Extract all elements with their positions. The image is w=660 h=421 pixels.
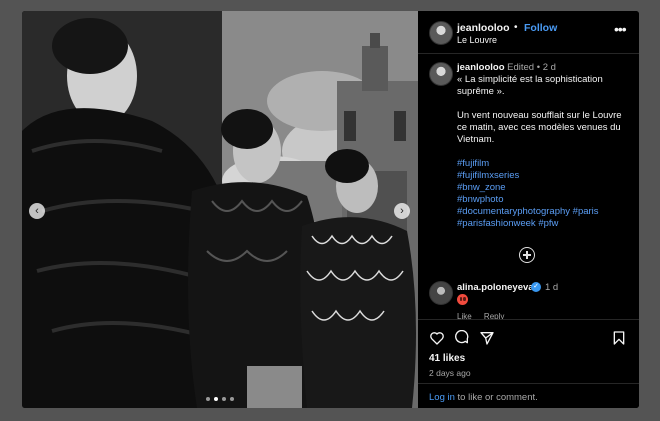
author-avatar[interactable] <box>429 21 453 45</box>
caption-avatar[interactable] <box>429 62 453 86</box>
caption-separator: • <box>536 62 541 73</box>
header-separator: • <box>514 22 518 33</box>
comment-icon[interactable] <box>454 330 470 346</box>
carousel-next-button[interactable]: › <box>394 203 410 219</box>
load-more-comments-icon[interactable] <box>519 247 535 263</box>
carousel-dot <box>230 397 234 401</box>
carousel-dot <box>222 397 226 401</box>
location-link[interactable]: Le Louvre <box>457 35 497 45</box>
login-link[interactable]: Log in <box>429 392 455 403</box>
caption-edited: Edited <box>507 62 535 73</box>
hashtag[interactable]: #bnw_zone <box>457 182 506 193</box>
commenter-avatar[interactable] <box>429 281 453 305</box>
post-modal: ‹ › jeanlooloo • Follow Le Louvre ••• je… <box>22 11 639 408</box>
hashtag[interactable]: #pfw <box>538 218 558 229</box>
hashtag-list: #fujifilm #fujifilmxseries #bnw_zone #bn… <box>457 158 632 230</box>
carousel-dot-active <box>214 397 218 401</box>
heart-eyes-emoji-icon <box>457 294 468 305</box>
caption-age: 2 d <box>542 62 556 73</box>
post-timestamp: 2 days ago <box>429 368 471 378</box>
verified-badge-icon: ✓ <box>531 282 541 292</box>
login-prompt-rest: to like or comment. <box>454 392 538 403</box>
hashtag[interactable]: #documentaryphotography <box>457 206 570 217</box>
hashtag[interactable]: #paris <box>573 206 599 217</box>
commenter-username[interactable]: alina.poloneyeva <box>457 282 534 293</box>
bookmark-icon[interactable] <box>611 330 627 346</box>
carousel-dot <box>206 397 210 401</box>
hashtag[interactable]: #parisfashionweek <box>457 218 536 229</box>
hashtag[interactable]: #bnwphoto <box>457 194 503 205</box>
login-prompt-text: Log in to like or comment. <box>429 392 538 403</box>
carousel-dots <box>22 397 418 401</box>
comment-age: 1 d <box>545 282 559 293</box>
post-actions-bar: 41 likes 2 days ago Log in to like or co… <box>418 319 639 408</box>
author-username[interactable]: jeanlooloo <box>457 22 510 34</box>
caption-body: Un vent nouveau soufflait sur le Louvre … <box>457 110 622 145</box>
caption-quote: « La simplicité est la sophistication su… <box>457 74 603 97</box>
carousel-prev-button[interactable]: ‹ <box>29 203 45 219</box>
caption-username[interactable]: jeanlooloo <box>457 62 505 73</box>
share-icon[interactable] <box>479 330 495 346</box>
more-options-icon[interactable]: ••• <box>614 21 627 37</box>
post-photo[interactable]: ‹ › <box>22 11 418 408</box>
post-header: jeanlooloo • Follow Le Louvre ••• <box>418 11 639 54</box>
hashtag[interactable]: #fujifilm <box>457 158 489 169</box>
post-sidebar: jeanlooloo • Follow Le Louvre ••• jeanlo… <box>418 11 639 408</box>
hashtag[interactable]: #fujifilmxseries <box>457 170 519 181</box>
photo-illustration <box>22 11 418 408</box>
caption: jeanlooloo Edited • 2 d « La simplicité … <box>457 62 632 230</box>
login-prompt: Log in to like or comment. <box>418 383 639 408</box>
like-count[interactable]: 41 likes <box>429 353 465 364</box>
heart-icon[interactable] <box>429 330 445 346</box>
follow-button[interactable]: Follow <box>524 22 557 34</box>
